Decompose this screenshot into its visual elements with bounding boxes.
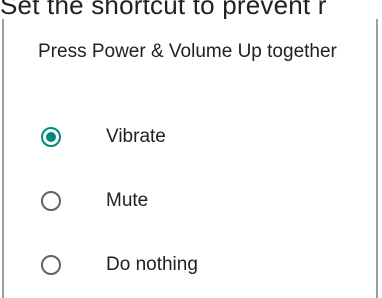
option-mute[interactable]: Mute xyxy=(4,171,376,231)
shortcut-dialog: Press Power & Volume Up together Vibrate… xyxy=(2,19,378,298)
option-vibrate[interactable]: Vibrate xyxy=(4,107,376,167)
dialog-title: Press Power & Volume Up together xyxy=(38,41,337,62)
radio-unchecked-icon[interactable] xyxy=(41,191,61,211)
screen: Set the shortcut to prevent r Press Powe… xyxy=(0,0,382,298)
option-do-nothing[interactable]: Do nothing xyxy=(4,235,376,295)
option-label: Do nothing xyxy=(106,254,198,275)
radio-unchecked-icon[interactable] xyxy=(41,255,61,275)
background-settings-text: Set the shortcut to prevent r xyxy=(0,0,327,20)
radio-checked-icon[interactable] xyxy=(41,127,61,147)
option-label: Mute xyxy=(106,190,149,211)
option-label: Vibrate xyxy=(106,126,166,147)
